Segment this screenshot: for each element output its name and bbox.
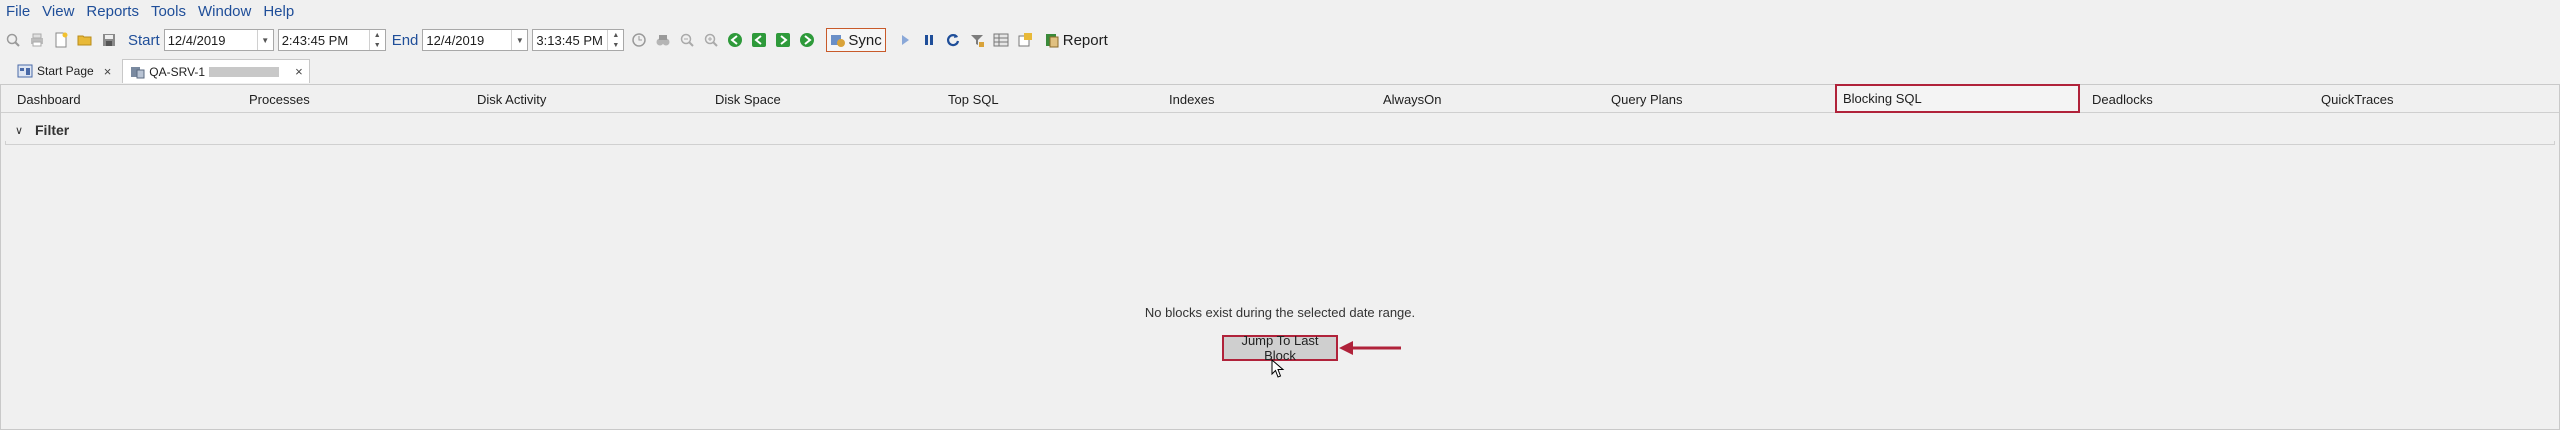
end-date-value: 12/4/2019 — [426, 32, 485, 48]
save-icon[interactable] — [100, 31, 118, 49]
tab-server[interactable]: QA-SRV-1 × — [122, 59, 310, 83]
start-date-picker[interactable]: 12/4/2019 ▼ — [163, 29, 274, 51]
step-forward-icon[interactable] — [774, 31, 792, 49]
menu-view[interactable]: View — [42, 3, 74, 20]
zoom-out-icon[interactable] — [678, 31, 696, 49]
tab-disk-space[interactable]: Disk Space — [709, 85, 781, 113]
tab-processes[interactable]: Processes — [243, 85, 310, 113]
redacted-text — [209, 66, 280, 77]
menu-help[interactable]: Help — [263, 3, 294, 20]
step-back-icon[interactable] — [750, 31, 768, 49]
spin-down-icon[interactable]: ▼ — [370, 40, 385, 50]
tab-label: Start Page — [37, 64, 94, 78]
document-tabs: Start Page × QA-SRV-1 × — [0, 59, 2560, 83]
spin-up-icon[interactable]: ▲ — [370, 30, 385, 40]
filter-tool-icon[interactable] — [968, 31, 986, 49]
menu-file[interactable]: File — [6, 3, 30, 20]
tab-indexes[interactable]: Indexes — [1163, 85, 1215, 113]
tab-disk-activity[interactable]: Disk Activity — [471, 85, 546, 113]
spin-down-icon[interactable]: ▼ — [608, 40, 623, 50]
menu-tools[interactable]: Tools — [151, 3, 186, 20]
start-time-spinner[interactable]: 2:43:45 PM ▲ ▼ — [277, 29, 386, 51]
forward-arrow-icon[interactable] — [798, 31, 816, 49]
zoom-in-icon[interactable] — [702, 31, 720, 49]
print-preview-icon[interactable] — [4, 31, 22, 49]
tab-top-sql[interactable]: Top SQL — [942, 85, 999, 113]
start-date-value: 12/4/2019 — [167, 32, 226, 48]
chevron-down-icon[interactable]: ▼ — [256, 30, 273, 50]
chevron-down-icon[interactable]: ∨ — [15, 124, 31, 137]
tab-quicktraces[interactable]: QuickTraces — [2315, 85, 2393, 113]
menu-bar: File View Reports Tools Window Help — [0, 0, 2560, 22]
print-icon[interactable] — [28, 31, 46, 49]
new-document-icon[interactable] — [52, 31, 70, 49]
close-icon[interactable]: × — [295, 64, 303, 79]
export-icon[interactable] — [1016, 31, 1034, 49]
end-time-spinner[interactable]: 3:13:45 PM ▲ ▼ — [532, 29, 625, 51]
filter-section-header[interactable]: ∨ Filter — [5, 119, 2555, 141]
end-label: End — [391, 31, 419, 49]
main-panel: Dashboard Processes Disk Activity Disk S… — [0, 84, 2560, 430]
start-page-icon — [17, 64, 33, 78]
pause-icon[interactable] — [920, 31, 938, 49]
play-icon[interactable] — [896, 31, 914, 49]
jump-to-last-block-button[interactable]: Jump To Last Block — [1222, 333, 1338, 363]
menu-window[interactable]: Window — [198, 3, 251, 20]
start-label: Start — [128, 31, 160, 49]
end-time-value: 3:13:45 PM — [536, 32, 603, 48]
report-button[interactable]: Report — [1044, 32, 1108, 49]
spin-buttons[interactable]: ▲ ▼ — [368, 30, 385, 50]
tab-label: QA-SRV-1 — [149, 64, 206, 79]
tab-deadlocks[interactable]: Deadlocks — [2086, 85, 2153, 113]
chevron-down-icon[interactable]: ▼ — [511, 30, 527, 50]
sync-label: Sync — [848, 31, 882, 49]
sync-icon — [830, 32, 846, 48]
grid-icon[interactable] — [992, 31, 1010, 49]
menu-reports[interactable]: Reports — [86, 3, 139, 20]
clock-icon[interactable] — [630, 31, 648, 49]
filter-label: Filter — [35, 122, 70, 138]
empty-state-message: No blocks exist during the selected date… — [1144, 305, 1416, 320]
binoculars-icon[interactable] — [654, 31, 672, 49]
report-icon — [1044, 32, 1060, 48]
open-folder-icon[interactable] — [76, 31, 94, 49]
close-icon[interactable]: × — [104, 64, 112, 79]
spin-up-icon[interactable]: ▲ — [608, 30, 623, 40]
report-label: Report — [1062, 31, 1108, 49]
tab-alwayson[interactable]: AlwaysOn — [1377, 85, 1442, 113]
view-tabs: Dashboard Processes Disk Activity Disk S… — [1, 84, 2559, 113]
tab-blocking-sql[interactable]: Blocking SQL — [1835, 84, 2080, 113]
end-date-picker[interactable]: 12/4/2019 ▼ — [422, 29, 529, 51]
tab-dashboard[interactable]: Dashboard — [11, 85, 81, 113]
mouse-cursor-icon — [1271, 359, 1285, 378]
spin-buttons[interactable]: ▲ ▼ — [607, 30, 623, 50]
annotation-arrow — [1339, 341, 1401, 355]
filter-divider — [5, 141, 2555, 145]
tab-query-plans[interactable]: Query Plans — [1605, 85, 1683, 113]
start-time-value: 2:43:45 PM — [281, 32, 349, 48]
tab-start-page[interactable]: Start Page × — [10, 59, 118, 83]
toolbar: Start 12/4/2019 ▼ 2:43:45 PM ▲ ▼ End 12/4… — [0, 27, 2560, 53]
server-icon — [129, 65, 145, 79]
back-arrow-icon[interactable] — [726, 31, 744, 49]
refresh-icon[interactable] — [944, 31, 962, 49]
sync-button[interactable]: Sync — [826, 28, 886, 52]
